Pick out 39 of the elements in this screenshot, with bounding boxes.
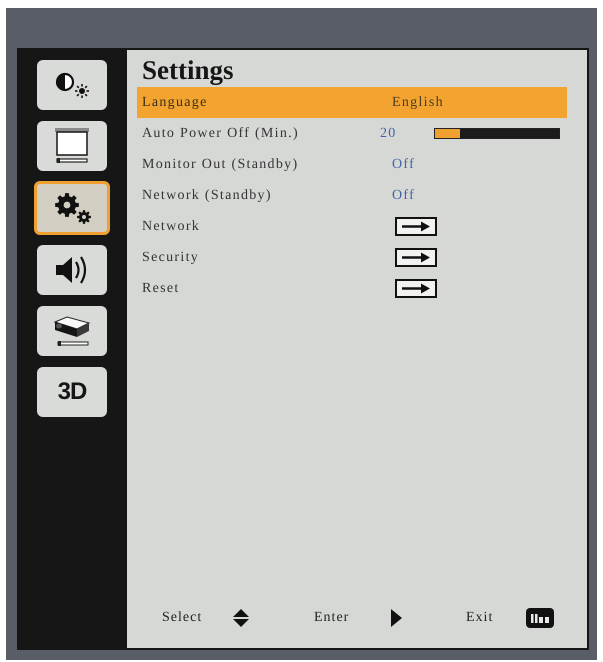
menu-tab[interactable] xyxy=(37,306,107,356)
menu-row[interactable]: Language English xyxy=(137,87,567,118)
menu-row[interactable]: Network (Standby) Off xyxy=(137,180,567,211)
setting-label: Network (Standby) xyxy=(142,188,273,204)
menu-row[interactable]: Auto Power Off (Min.) 20 xyxy=(137,118,567,149)
menu-tab[interactable]: 3D xyxy=(37,367,107,417)
contrast-sun-icon xyxy=(53,71,91,99)
menu-tab[interactable] xyxy=(37,60,107,110)
slider-track[interactable] xyxy=(434,128,560,139)
play-triangle-icon xyxy=(391,609,402,627)
menu-tab[interactable] xyxy=(34,181,110,235)
menu-title: Settings xyxy=(142,55,235,86)
setting-value: 20 xyxy=(380,126,397,142)
hint-label: Enter xyxy=(314,610,350,626)
setting-label: Language xyxy=(142,94,209,110)
hint-label: Select xyxy=(162,610,202,626)
projection-screen-icon xyxy=(54,127,90,165)
arrow-box-icon xyxy=(395,248,437,267)
setting-label: Security xyxy=(142,250,200,266)
setting-value: Off xyxy=(392,188,416,204)
hint-label: Exit xyxy=(466,610,494,626)
arrow-box-icon xyxy=(395,279,437,298)
arrow-box-icon xyxy=(395,217,437,236)
setting-label: Monitor Out (Standby) xyxy=(142,156,300,172)
projector-icon xyxy=(53,314,91,348)
menu-tab[interactable] xyxy=(37,121,107,171)
setting-value: English xyxy=(392,94,444,110)
menu-row[interactable]: Network xyxy=(137,211,567,242)
menu-tab[interactable] xyxy=(37,245,107,295)
setting-value: Off xyxy=(392,156,416,172)
menu-row[interactable]: Reset xyxy=(137,273,567,304)
menu-row[interactable]: Monitor Out (Standby) Off xyxy=(137,149,567,180)
menu-row[interactable]: Security xyxy=(137,242,567,273)
up-down-arrows-icon xyxy=(232,608,250,628)
gears-icon xyxy=(52,192,92,224)
menu-key-icon xyxy=(526,608,554,628)
setting-label: Network xyxy=(142,218,202,234)
setting-label: Reset xyxy=(142,280,181,296)
setting-label: Auto Power Off (Min.) xyxy=(142,126,300,142)
